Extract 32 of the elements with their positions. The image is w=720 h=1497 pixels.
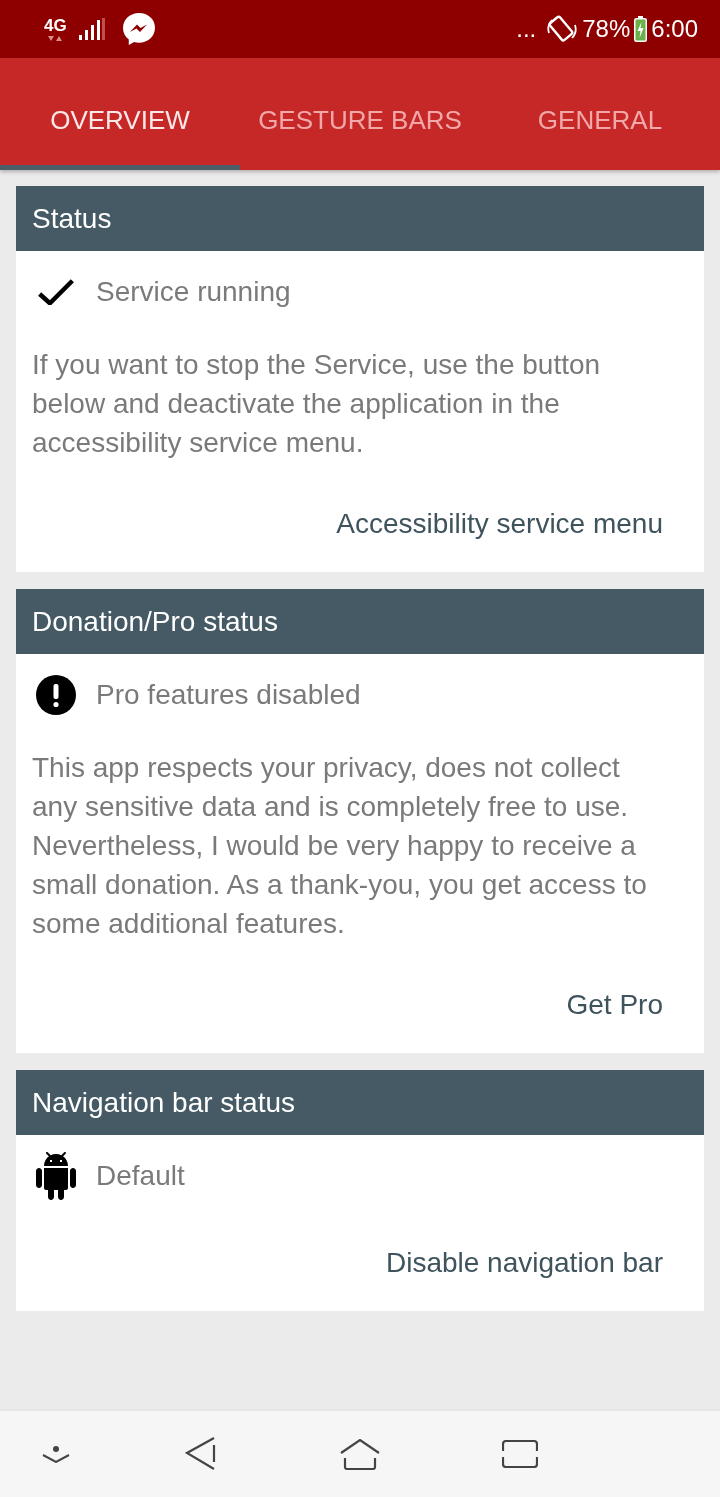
screen-rotation-icon <box>546 13 579 45</box>
checkmark-icon <box>38 279 74 305</box>
signal-bars-icon <box>78 18 105 40</box>
battery-charging-icon <box>634 16 648 42</box>
status-text: Default <box>96 1162 185 1190</box>
home-icon <box>340 1438 380 1470</box>
back-icon <box>184 1437 216 1471</box>
card-title: Navigation bar status <box>32 1088 296 1117</box>
recent-apps-button[interactable] <box>502 1440 538 1468</box>
description-text: If you want to stop the Service, use the button below and deactivate the application in the accessibility service menu. <box>32 348 602 460</box>
home-button[interactable] <box>340 1438 380 1470</box>
network-type-label: 4G <box>44 17 67 34</box>
battery-percent-label: 78% <box>582 17 631 41</box>
hide-nav-button[interactable] <box>42 1445 70 1463</box>
status-text: Service running <box>96 278 291 306</box>
description-text: This app respects your privacy, does not collect any sensitive data and is completely free to use. Nevertheless, I would be very happy to receive a small donation. As a thank-you, you get access to some additional features. <box>32 751 648 941</box>
notification-overflow-label: ... <box>516 17 537 41</box>
dot-chevron-icon <box>42 1445 70 1463</box>
action-button[interactable]: Accessibility service menu <box>320 496 679 552</box>
android-robot-icon <box>36 1152 76 1200</box>
card-title: Donation/Pro status <box>32 607 278 636</box>
back-button[interactable] <box>184 1437 216 1471</box>
clock-label: 6:00 <box>651 17 698 41</box>
action-button[interactable]: Disable navigation bar <box>369 1235 679 1291</box>
data-arrows-icon <box>48 36 63 41</box>
action-button[interactable]: Get Pro <box>550 977 679 1033</box>
status-text: Pro features disabled <box>96 681 361 709</box>
exclamation-circle-icon <box>36 675 76 715</box>
card-title: Status <box>32 204 112 233</box>
recent-apps-icon <box>502 1440 538 1468</box>
tab[interactable]: OVERVIEW <box>0 58 240 170</box>
chat-bubble-icon <box>122 13 155 45</box>
